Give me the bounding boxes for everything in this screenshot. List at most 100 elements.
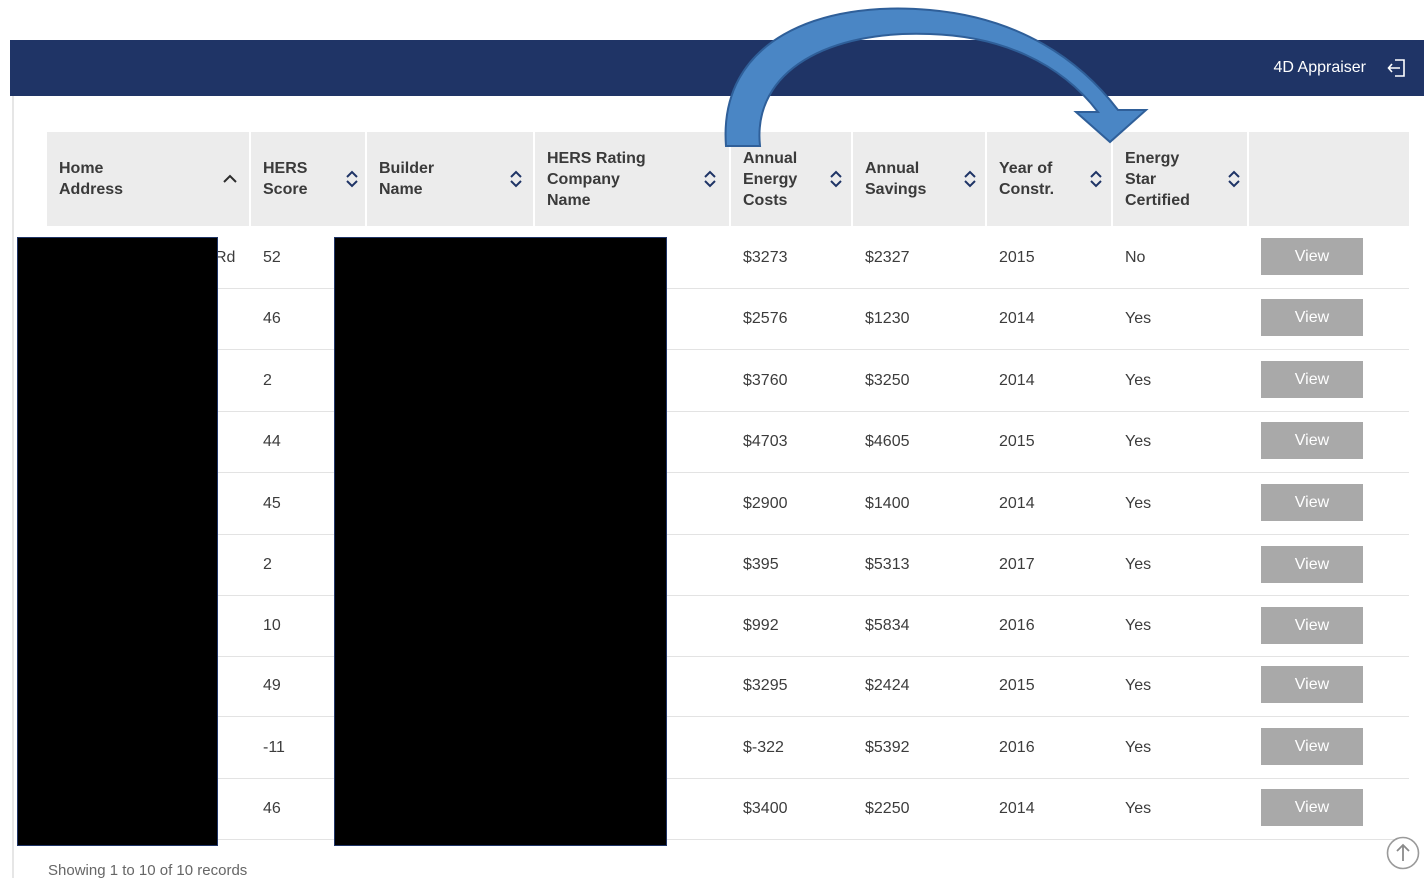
column-label: Home Address bbox=[59, 160, 124, 198]
cell-energy-star-certified: Yes bbox=[1125, 433, 1152, 450]
cell-annual-savings: $5313 bbox=[865, 556, 910, 573]
table-row: 2 $395 $5313 2017 Yes View bbox=[47, 534, 1409, 596]
cell-year-of-construction: 2016 bbox=[999, 617, 1035, 634]
view-button[interactable]: View bbox=[1261, 422, 1363, 459]
cell-hers-score: 46 bbox=[263, 310, 281, 327]
column-label: Builder Name bbox=[379, 160, 435, 198]
cell-annual-savings: $5834 bbox=[865, 617, 910, 634]
cell-annual-savings: $1230 bbox=[865, 310, 910, 327]
cell-annual-savings: $2327 bbox=[865, 249, 910, 266]
cell-energy-star-certified: Yes bbox=[1125, 800, 1152, 817]
cell-hers-score: 49 bbox=[263, 677, 281, 694]
cell-annual-energy-costs: $395 bbox=[743, 556, 779, 573]
cell-annual-energy-costs: $3400 bbox=[743, 800, 788, 817]
sort-icon[interactable] bbox=[701, 170, 719, 188]
table-row: -11 $-322 $5392 2016 Yes View bbox=[47, 717, 1409, 779]
table-row: 2 $3760 $3250 2014 Yes View bbox=[47, 350, 1409, 412]
logout-icon[interactable] bbox=[1386, 57, 1408, 79]
redacted-builder-company-block bbox=[334, 237, 667, 846]
table-row: 45 $2900 $1400 2014 Yes View bbox=[47, 473, 1409, 535]
cell-annual-energy-costs: $3273 bbox=[743, 249, 788, 266]
records-count: Showing 1 to 10 of 10 records bbox=[48, 862, 248, 879]
cell-hers-score: 10 bbox=[263, 617, 281, 634]
cell-energy-star-certified: Yes bbox=[1125, 677, 1152, 694]
cell-annual-energy-costs: $992 bbox=[743, 617, 779, 634]
sort-icon[interactable] bbox=[1225, 170, 1243, 188]
cell-hers-score: 44 bbox=[263, 433, 281, 450]
sort-icon[interactable] bbox=[507, 170, 525, 188]
chevron-up-icon[interactable] bbox=[221, 170, 239, 188]
cell-energy-star-certified: Yes bbox=[1125, 556, 1152, 573]
view-button[interactable]: View bbox=[1261, 789, 1363, 826]
cell-annual-energy-costs: $-322 bbox=[743, 739, 784, 756]
column-header-actions bbox=[1249, 132, 1409, 226]
table-row: Rd 52 $3273 $2327 2015 No View bbox=[47, 227, 1409, 289]
column-label: HERS Score bbox=[263, 160, 308, 198]
cell-year-of-construction: 2014 bbox=[999, 495, 1035, 512]
cell-annual-savings: $1400 bbox=[865, 495, 910, 512]
column-label: HERS Rating Company Name bbox=[547, 149, 646, 209]
view-button[interactable]: View bbox=[1261, 728, 1363, 765]
cell-hers-score: 46 bbox=[263, 800, 281, 817]
cell-energy-star-certified: No bbox=[1125, 249, 1146, 266]
cell-year-of-construction: 2015 bbox=[999, 677, 1035, 694]
view-button[interactable]: View bbox=[1261, 238, 1363, 275]
column-header-builder-name[interactable]: Builder Name bbox=[367, 132, 535, 226]
cell-year-of-construction: 2014 bbox=[999, 800, 1035, 817]
column-header-year-of-construction[interactable]: Year of Constr. bbox=[987, 132, 1113, 226]
top-navigation-bar: 4D Appraiser bbox=[10, 40, 1424, 96]
view-button[interactable]: View bbox=[1261, 484, 1363, 521]
cell-home-address: Rd bbox=[215, 249, 236, 266]
cell-annual-savings: $2250 bbox=[865, 800, 910, 817]
sort-icon[interactable] bbox=[827, 170, 845, 188]
sort-icon[interactable] bbox=[1087, 170, 1105, 188]
view-button[interactable]: View bbox=[1261, 666, 1363, 703]
cell-energy-star-certified: Yes bbox=[1125, 739, 1152, 756]
cell-annual-energy-costs: $4703 bbox=[743, 433, 788, 450]
cell-hers-score: 52 bbox=[263, 249, 281, 266]
sort-icon[interactable] bbox=[343, 170, 361, 188]
sort-icon[interactable] bbox=[961, 170, 979, 188]
cell-annual-energy-costs: $2576 bbox=[743, 310, 788, 327]
cell-hers-score: -11 bbox=[263, 739, 285, 756]
column-header-hers-score[interactable]: HERS Score bbox=[251, 132, 367, 226]
table-row: 46 $3400 $2250 2014 Yes View bbox=[47, 778, 1409, 840]
column-header-annual-energy-costs[interactable]: Annual Energy Costs bbox=[731, 132, 853, 226]
cell-year-of-construction: 2015 bbox=[999, 249, 1035, 266]
cell-annual-energy-costs: $3295 bbox=[743, 677, 788, 694]
view-button[interactable]: View bbox=[1261, 299, 1363, 336]
user-label[interactable]: 4D Appraiser bbox=[1274, 59, 1367, 77]
column-header-home-address[interactable]: Home Address bbox=[47, 132, 251, 226]
cell-energy-star-certified: Yes bbox=[1125, 372, 1152, 389]
cell-annual-energy-costs: $2900 bbox=[743, 495, 788, 512]
cell-hers-score: 45 bbox=[263, 495, 281, 512]
view-button[interactable]: View bbox=[1261, 361, 1363, 398]
table-row: 49 $3295 $2424 2015 Yes View bbox=[47, 655, 1409, 717]
table-row: 44 $4703 $4605 2015 Yes View bbox=[47, 411, 1409, 473]
cell-year-of-construction: 2014 bbox=[999, 310, 1035, 327]
column-header-energy-star-certified[interactable]: Energy Star Certified bbox=[1113, 132, 1249, 226]
cell-annual-savings: $2424 bbox=[865, 677, 910, 694]
table-header: Home Address HERS Score Builder Name HER… bbox=[47, 132, 1409, 226]
column-header-hers-rating-company[interactable]: HERS Rating Company Name bbox=[535, 132, 731, 226]
cell-year-of-construction: 2014 bbox=[999, 372, 1035, 389]
cell-year-of-construction: 2016 bbox=[999, 739, 1035, 756]
cell-hers-score: 2 bbox=[263, 372, 272, 389]
column-label: Annual Savings bbox=[865, 160, 927, 198]
cell-annual-savings: $5392 bbox=[865, 739, 910, 756]
table-row: 46 $2576 $1230 2014 Yes View bbox=[47, 288, 1409, 350]
column-label: Energy Star Certified bbox=[1125, 149, 1190, 209]
redacted-address-block bbox=[17, 237, 218, 846]
cell-energy-star-certified: Yes bbox=[1125, 310, 1152, 327]
table-row: 10 $992 $5834 2016 Yes View bbox=[47, 595, 1409, 657]
scroll-to-top-icon[interactable] bbox=[1386, 836, 1420, 870]
column-label: Annual Energy Costs bbox=[743, 149, 798, 209]
cell-annual-savings: $3250 bbox=[865, 372, 910, 389]
view-button[interactable]: View bbox=[1261, 607, 1363, 644]
column-label: Year of Constr. bbox=[999, 160, 1055, 198]
cell-year-of-construction: 2017 bbox=[999, 556, 1035, 573]
cell-hers-score: 2 bbox=[263, 556, 272, 573]
view-button[interactable]: View bbox=[1261, 546, 1363, 583]
cell-annual-savings: $4605 bbox=[865, 433, 910, 450]
column-header-annual-savings[interactable]: Annual Savings bbox=[853, 132, 987, 226]
